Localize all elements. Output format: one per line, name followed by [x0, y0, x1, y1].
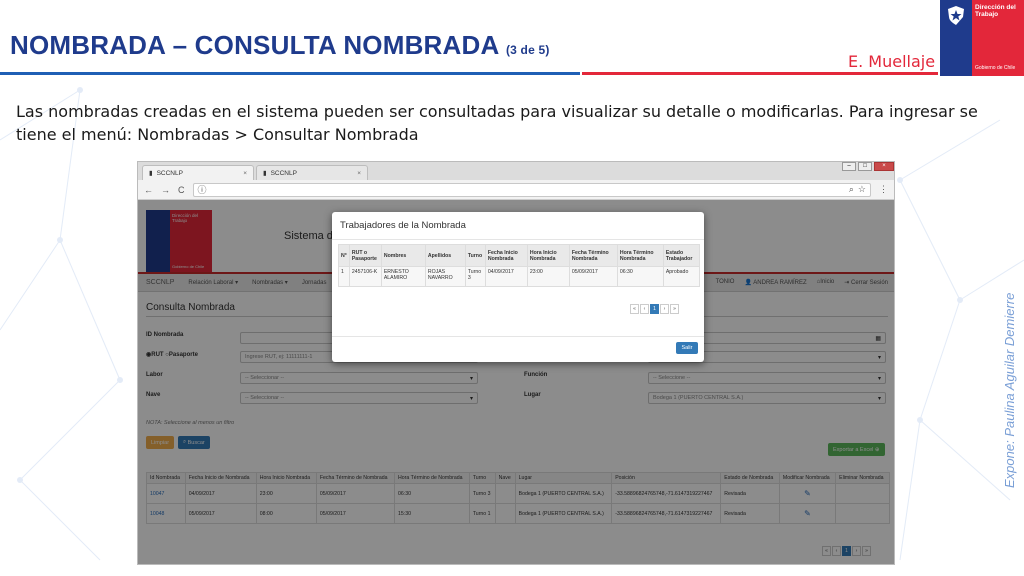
pager-first[interactable]: « [630, 304, 639, 314]
cell-fecha-termino: 05/09/2017 [568, 266, 618, 287]
star-icon[interactable]: ☆ [858, 184, 866, 195]
salir-button[interactable]: Salir [676, 342, 698, 354]
cell-rut: 2457106-K [348, 266, 382, 287]
cell-hora-inicio: 23:00 [526, 266, 570, 287]
cell-nombres: ERNESTO ALAMIRO [380, 266, 426, 287]
column-header: Hora Inicio Nombrada [526, 244, 570, 267]
pager-page[interactable]: 1 [650, 304, 659, 314]
gov-logo: Dirección del Trabajo Gobierno de Chile [940, 0, 1024, 76]
menu-icon[interactable]: ⋮ [879, 184, 888, 195]
close-window-button[interactable]: × [874, 162, 894, 171]
cell-turno: Turno 3 [464, 266, 486, 287]
column-header: Nombres [380, 244, 426, 267]
modal-table-header-row: N° RUT o Pasaporte Nombres Apellidos Tur… [338, 244, 700, 267]
reload-icon[interactable]: C [178, 185, 185, 195]
minimize-button[interactable]: – [842, 162, 856, 171]
cell-fecha-inicio: 04/09/2017 [484, 266, 528, 287]
title-underline-red [582, 72, 938, 75]
cell-apellidos: ROJAS NAVARRO [424, 266, 466, 287]
shield-icon [948, 6, 964, 25]
slide-title: NOMBRADA – CONSULTA NOMBRADA (3 de 5) [10, 30, 550, 61]
table-row: 1 2457106-K ERNESTO ALAMIRO ROJAS NAVARR… [338, 266, 700, 287]
tab-label: SCCNLP [270, 169, 297, 177]
address-bar: ← → C ⓘ ⌕ ☆ ⋮ [138, 180, 894, 200]
column-header: Fecha Término Nombrada [568, 244, 618, 267]
maximize-button[interactable]: □ [858, 162, 872, 171]
trabajadores-modal: Trabajadores de la Nombrada N° RUT o Pas… [332, 212, 704, 362]
column-header: Turno [464, 244, 486, 267]
zoom-icon[interactable]: ⌕ [849, 184, 854, 195]
title-underline-blue [0, 72, 580, 75]
cell-n: 1 [338, 266, 350, 287]
column-header: Estado Trabajador [662, 244, 700, 267]
column-header: Fecha Inicio Nombrada [484, 244, 528, 267]
tab-strip: ▮ SCCNLP × ▮ SCCNLP × – □ × [138, 162, 894, 180]
side-credit: Expone: Paulina Aguilar Demierre [1002, 292, 1017, 488]
modal-footer [332, 336, 704, 362]
logo-gov-name: Gobierno de Chile [975, 65, 1016, 71]
column-header: Apellidos [424, 244, 466, 267]
column-header: N° [338, 244, 350, 267]
pager-last[interactable]: » [670, 304, 679, 314]
cell-hora-termino: 06:30 [616, 266, 664, 287]
modal-title: Trabajadores de la Nombrada [332, 212, 704, 240]
page-icon: ▮ [263, 170, 267, 177]
pager-prev[interactable]: ‹ [640, 304, 649, 314]
pager-next[interactable]: › [660, 304, 669, 314]
slide-title-suffix: (3 de 5) [505, 43, 550, 57]
gov-logo-shield [940, 0, 972, 76]
close-tab-icon[interactable]: × [357, 170, 361, 177]
window-controls: – □ × [842, 162, 894, 171]
modal-pagination: « ‹ 1 › » [630, 304, 679, 314]
column-header: RUT o Pasaporte [348, 244, 382, 267]
forward-icon[interactable]: → [161, 185, 170, 195]
slide-title-text: NOMBRADA – CONSULTA NOMBRADA [10, 30, 499, 60]
page-icon: ▮ [149, 170, 153, 177]
logo-org-name: Dirección del Trabajo [975, 4, 1016, 18]
gov-logo-text-block: Dirección del Trabajo Gobierno de Chile [972, 0, 1024, 76]
trabajadores-table: N° RUT o Pasaporte Nombres Apellidos Tur… [338, 244, 700, 287]
cell-estado-trabajador: Aprobado [662, 266, 700, 287]
back-icon[interactable]: ← [144, 185, 153, 195]
intro-paragraph: Las nombradas creadas en el sistema pued… [16, 102, 978, 144]
browser-tab-1[interactable]: ▮ SCCNLP × [142, 165, 254, 180]
url-field[interactable]: ⓘ ⌕ ☆ [192, 182, 871, 197]
tab-label: SCCNLP [156, 169, 183, 177]
info-icon: ⓘ [197, 185, 207, 195]
close-tab-icon[interactable]: × [243, 170, 247, 177]
browser-window: ▮ SCCNLP × ▮ SCCNLP × – □ × ← → C ⓘ ⌕ ☆ … [137, 161, 895, 565]
author-name: E. Muellaje [848, 52, 936, 71]
browser-tab-2[interactable]: ▮ SCCNLP × [256, 165, 368, 180]
column-header: Hora Término Nombrada [616, 244, 664, 267]
